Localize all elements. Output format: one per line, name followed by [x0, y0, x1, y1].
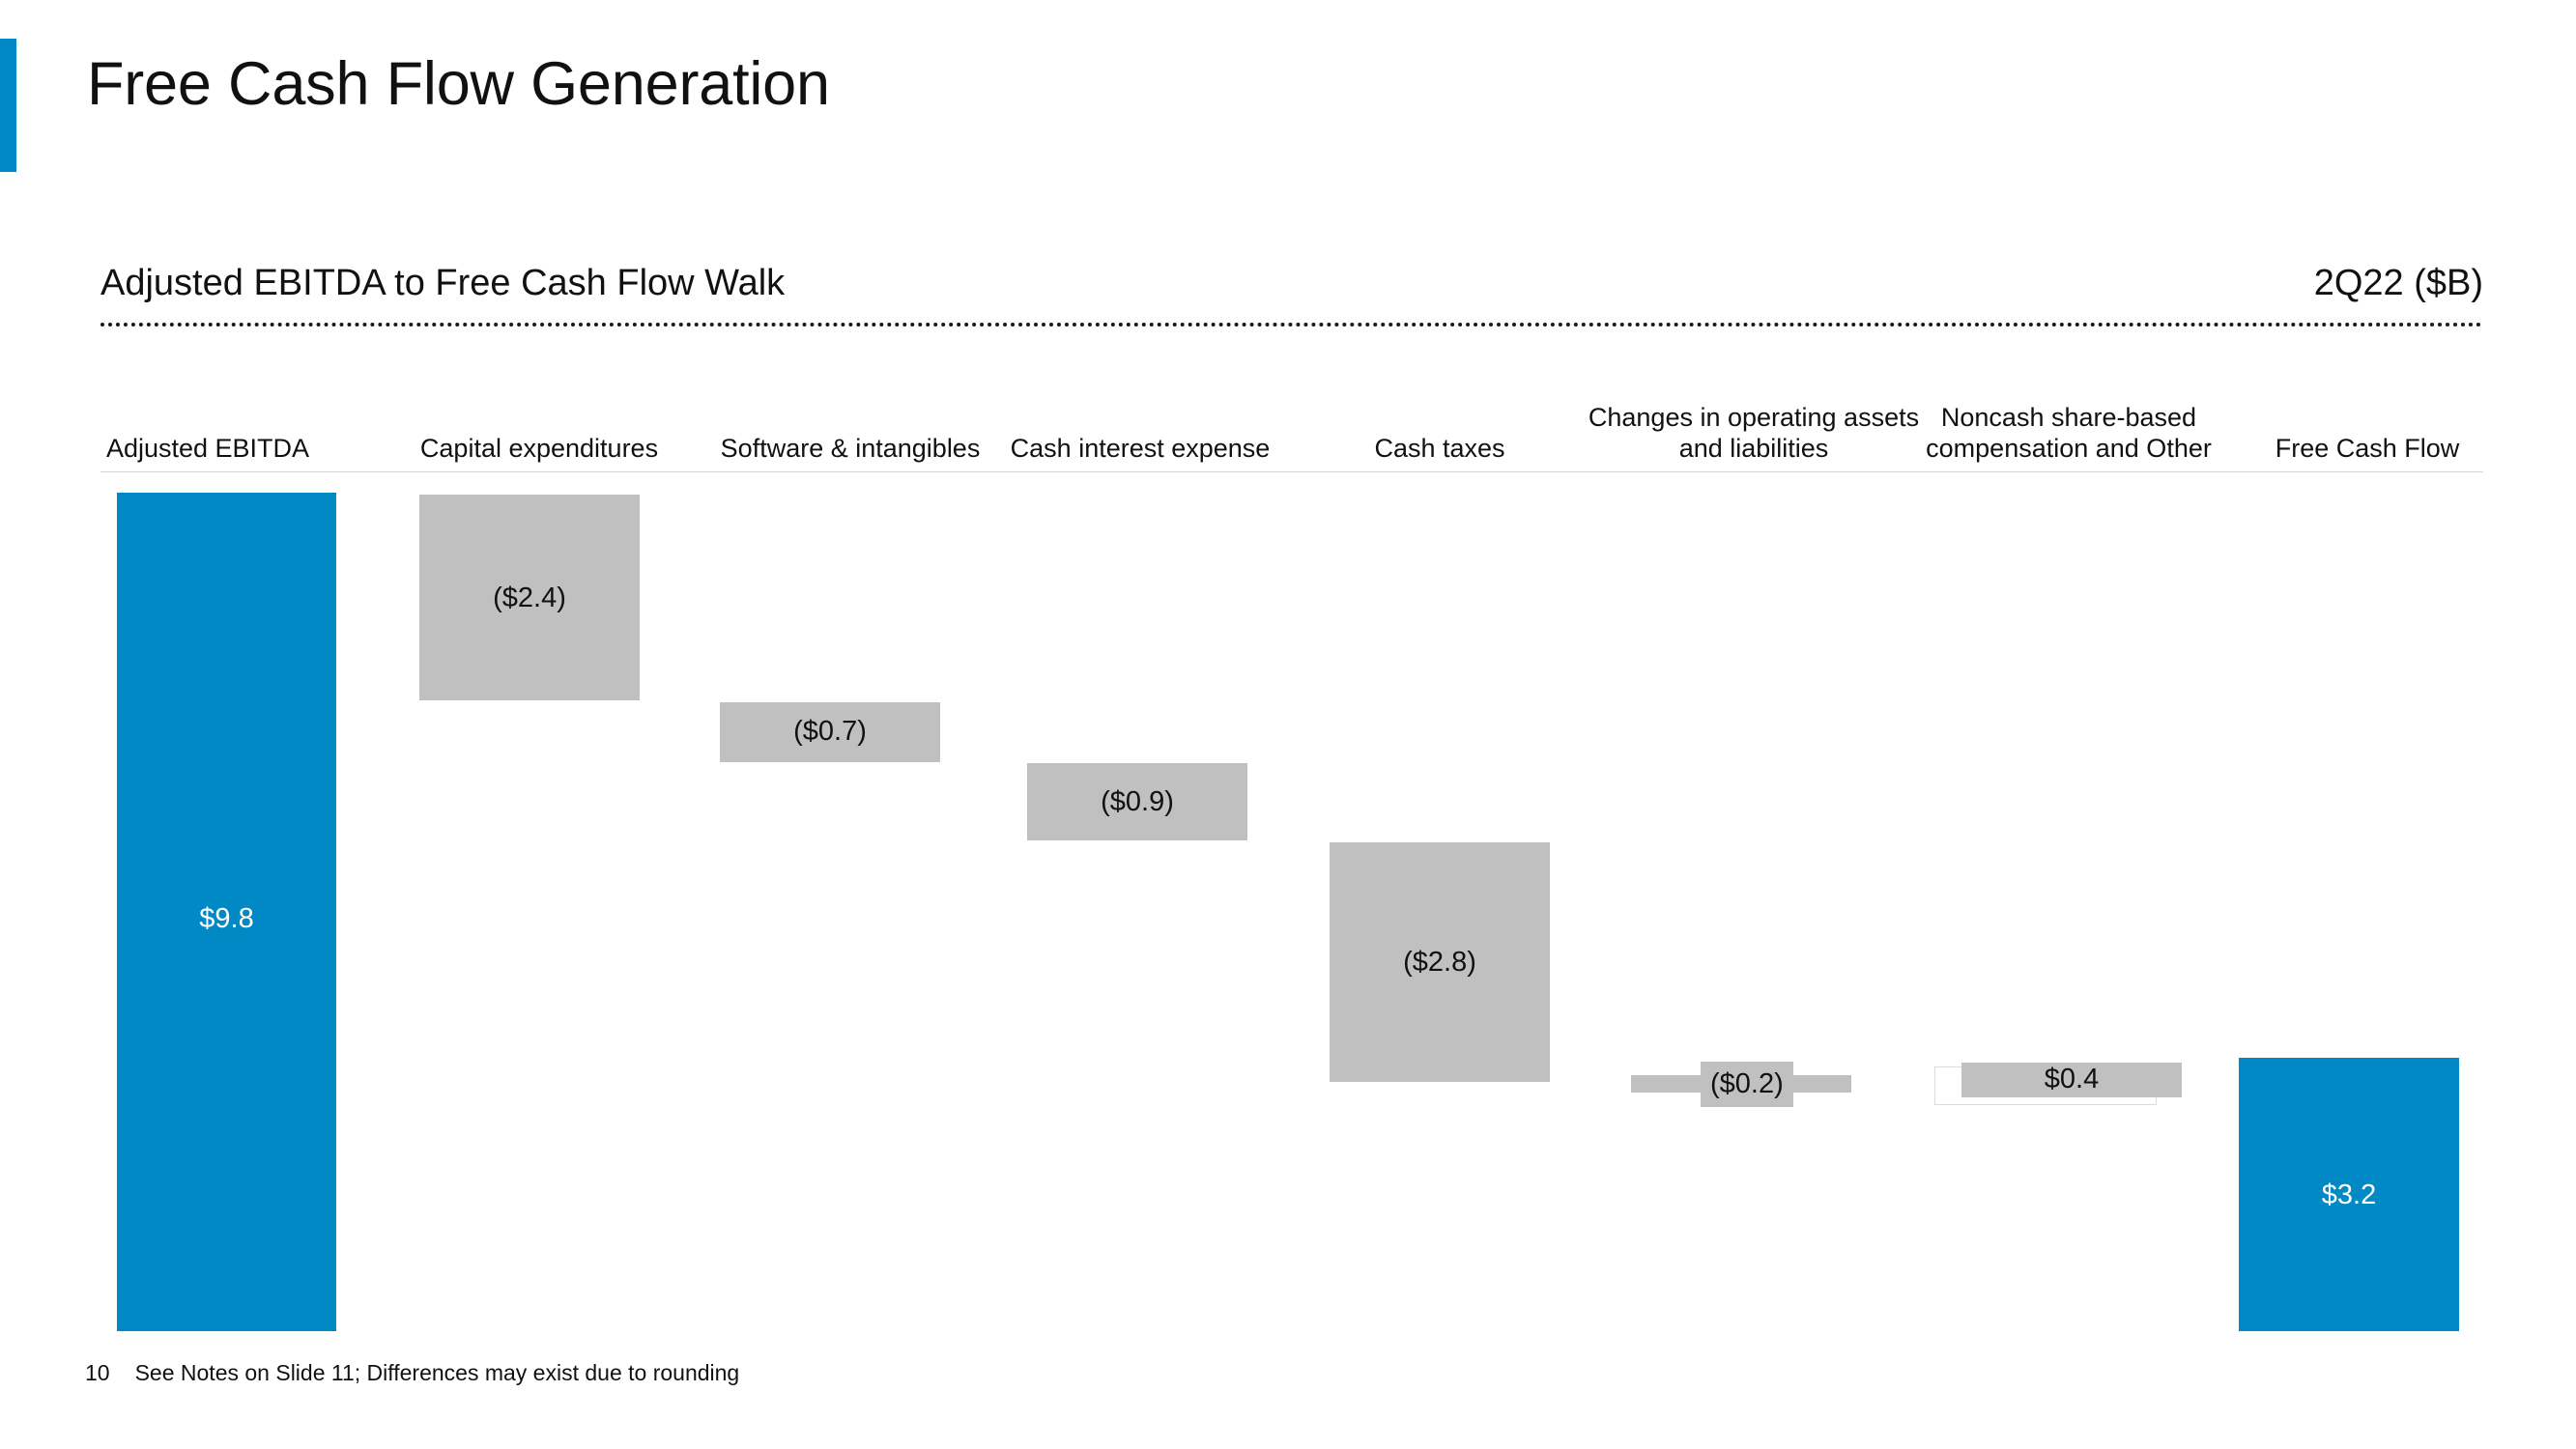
bar-value-free-cash-flow: $3.2	[2321, 1179, 2377, 1210]
waterfall-chart: Adjusted EBITDA Capital expenditures Sof…	[0, 0, 2576, 1449]
bar-value-adjusted-ebitda: $9.8	[199, 903, 254, 934]
bar-value-noncash-share-based-comp: $0.4	[2044, 1064, 2100, 1094]
page-number: 10	[85, 1360, 110, 1385]
category-label-capital-expenditures: Capital expenditures	[419, 434, 659, 464]
category-label-cash-taxes: Cash taxes	[1374, 434, 1505, 464]
category-label-slot: Free Cash Flow	[2203, 372, 2532, 465]
category-label-cash-interest-expense: Cash interest expense	[1010, 434, 1271, 464]
category-label-slot: Changes in operating assets and liabilit…	[1585, 372, 1923, 465]
category-label-slot: Capital expenditures	[365, 372, 713, 465]
bar-value-cash-interest-expense: ($0.9)	[1101, 786, 1174, 817]
bar-value-capital-expenditures: ($2.4)	[493, 582, 566, 613]
category-label-slot: Cash interest expense	[995, 372, 1285, 465]
category-label-slot: Software & intangibles	[705, 372, 995, 465]
footnote-text: See Notes on Slide 11; Differences may e…	[134, 1360, 740, 1385]
category-label-slot: Adjusted EBITDA	[39, 372, 377, 465]
bar-value-changes-in-operating-assets: ($0.2)	[1701, 1062, 1793, 1107]
slide-footer: 10 See Notes on Slide 11; Differences ma…	[85, 1360, 739, 1386]
category-label-slot: Cash taxes	[1295, 372, 1585, 465]
category-label-slot: Noncash share-based compensation and Oth…	[1900, 372, 2238, 465]
category-label-changes-in-operating-assets: Changes in operating assets and liabilit…	[1588, 403, 1920, 464]
category-label-free-cash-flow: Free Cash Flow	[2275, 434, 2460, 464]
category-label-software-intangibles: Software & intangibles	[720, 434, 981, 464]
category-axis-rule	[100, 471, 2483, 472]
bar-value-software-intangibles: ($0.7)	[793, 716, 867, 747]
category-label-adjusted-ebitda: Adjusted EBITDA	[105, 434, 310, 464]
category-label-noncash-share-based-comp: Noncash share-based compensation and Oth…	[1926, 403, 2212, 464]
bar-value-cash-taxes: ($2.8)	[1403, 947, 1476, 978]
